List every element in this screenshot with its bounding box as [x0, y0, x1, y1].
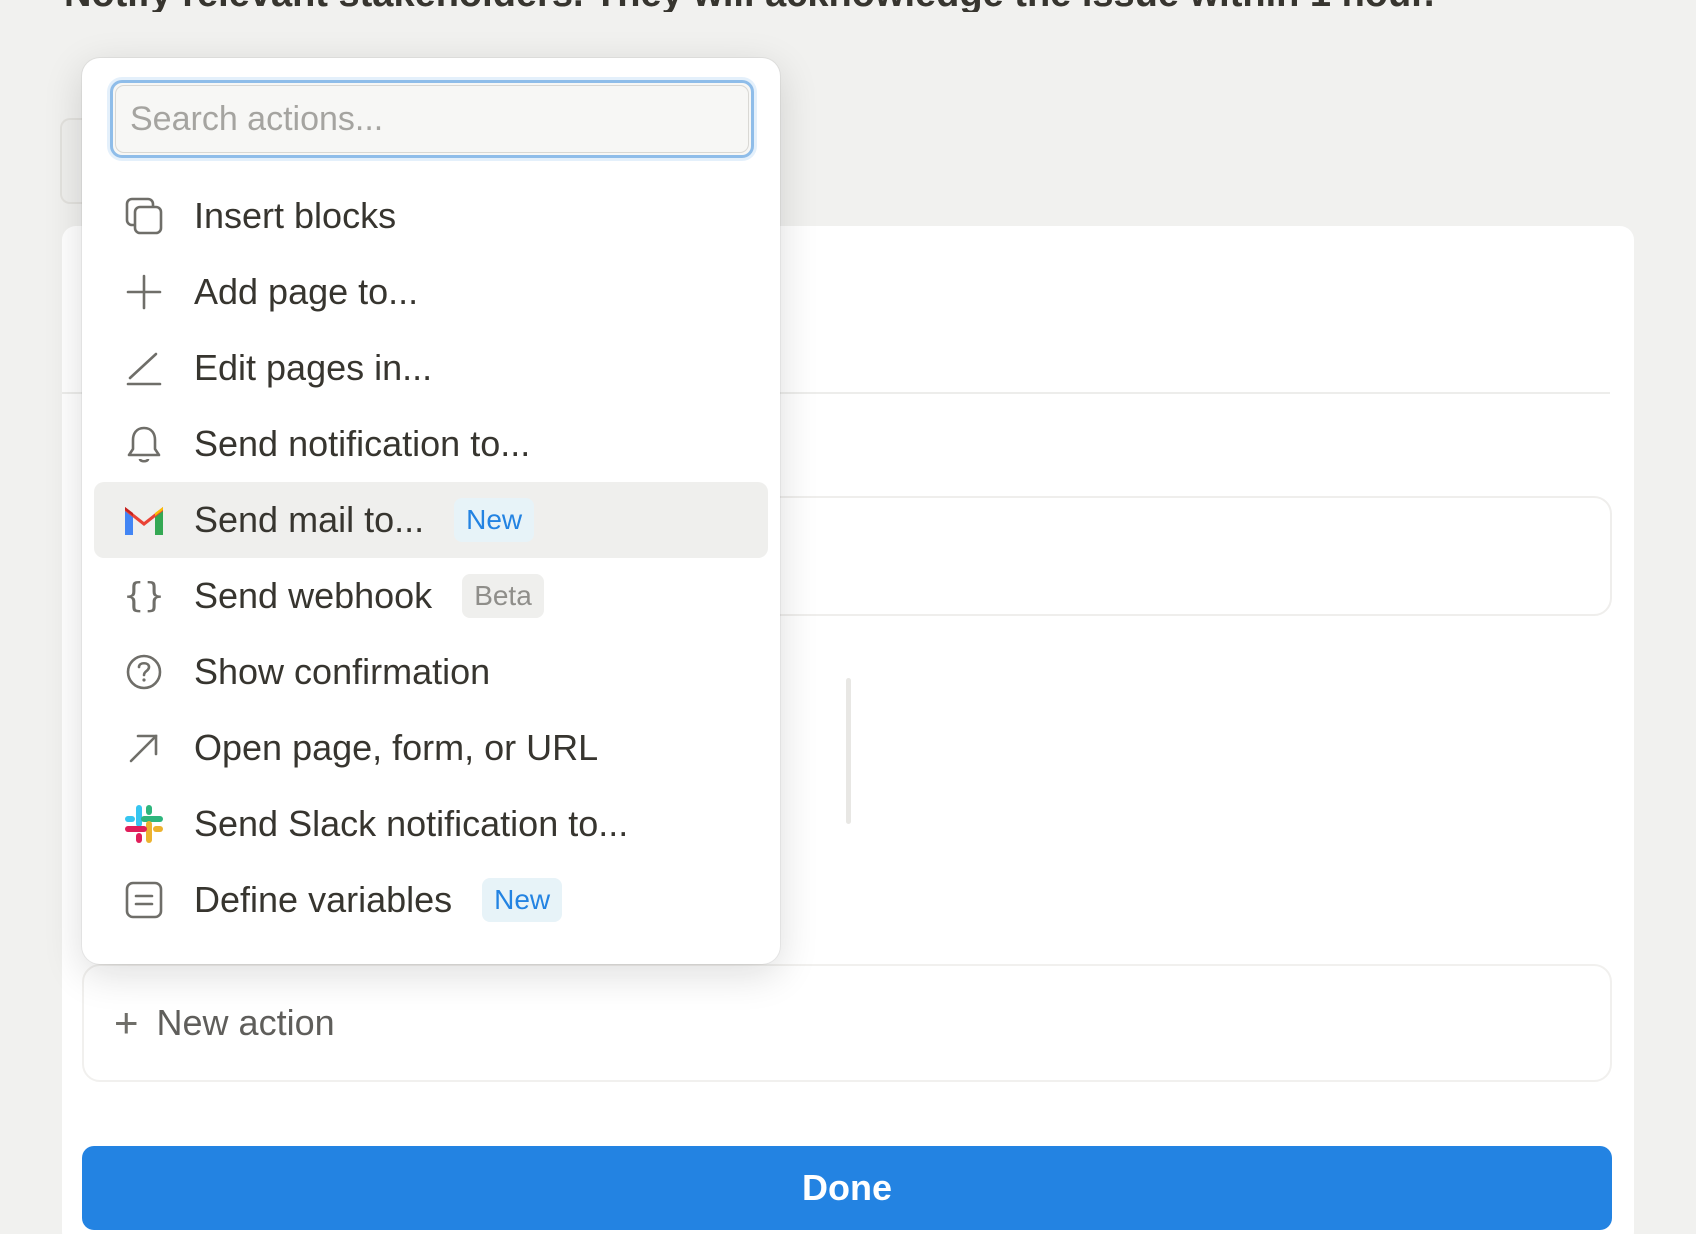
menu-item-open-page[interactable]: Open page, form, or URL: [94, 710, 768, 786]
bell-icon: [120, 420, 168, 468]
menu-item-label: Add page to...: [194, 271, 419, 312]
braces-icon: {}: [123, 576, 165, 616]
menu-item-label: Send Slack notification to...: [194, 803, 629, 844]
actions-list: Insert blocks Add page to... Edit pages …: [94, 178, 768, 938]
copy-blocks-icon: [120, 192, 168, 240]
menu-item-show-confirmation[interactable]: Show confirmation: [94, 634, 768, 710]
menu-item-label: Define variables: [194, 879, 453, 920]
menu-item-label: Edit pages in...: [194, 347, 433, 388]
menu-item-label: Send webhook: [194, 575, 433, 616]
menu-item-label: Show confirmation: [194, 651, 491, 692]
menu-item-define-variables[interactable]: Define variables New: [94, 862, 768, 938]
new-badge: New: [482, 878, 563, 922]
menu-item-label: Insert blocks: [194, 195, 397, 236]
beta-badge: Beta: [462, 574, 544, 618]
panel-connector-line: [846, 678, 851, 824]
done-label: Done: [802, 1167, 892, 1208]
arrow-up-right-icon: [120, 724, 168, 772]
menu-item-label: Send notification to...: [194, 423, 531, 464]
menu-item-insert-blocks[interactable]: Insert blocks: [94, 178, 768, 254]
new-badge: New: [454, 498, 535, 542]
slack-icon: [120, 800, 168, 848]
search-actions-input[interactable]: [115, 85, 749, 153]
menu-item-send-slack[interactable]: Send Slack notification to...: [94, 786, 768, 862]
plus-icon: +: [114, 999, 139, 1046]
question-circle-icon: [120, 648, 168, 696]
new-action-button[interactable]: + New action: [82, 964, 1612, 1082]
new-action-label: New action: [156, 1002, 335, 1043]
done-button[interactable]: Done: [82, 1146, 1612, 1230]
actions-menu: Insert blocks Add page to... Edit pages …: [82, 58, 780, 964]
variables-icon: [120, 876, 168, 924]
menu-item-add-page[interactable]: Add page to...: [94, 254, 768, 330]
menu-item-edit-pages[interactable]: Edit pages in...: [94, 330, 768, 406]
pencil-icon: [120, 344, 168, 392]
menu-item-label: Send mail to...: [194, 499, 425, 540]
plus-icon: [120, 268, 168, 316]
menu-item-send-mail[interactable]: Send mail to... New: [94, 482, 768, 558]
page-description: Notify relevant stakeholders. They will …: [64, 0, 1624, 12]
gmail-icon: [120, 496, 168, 544]
menu-item-label: Open page, form, or URL: [194, 727, 599, 768]
menu-item-send-webhook[interactable]: {} Send webhook Beta: [94, 558, 768, 634]
search-field-wrapper: [110, 80, 754, 158]
menu-item-send-notification[interactable]: Send notification to...: [94, 406, 768, 482]
